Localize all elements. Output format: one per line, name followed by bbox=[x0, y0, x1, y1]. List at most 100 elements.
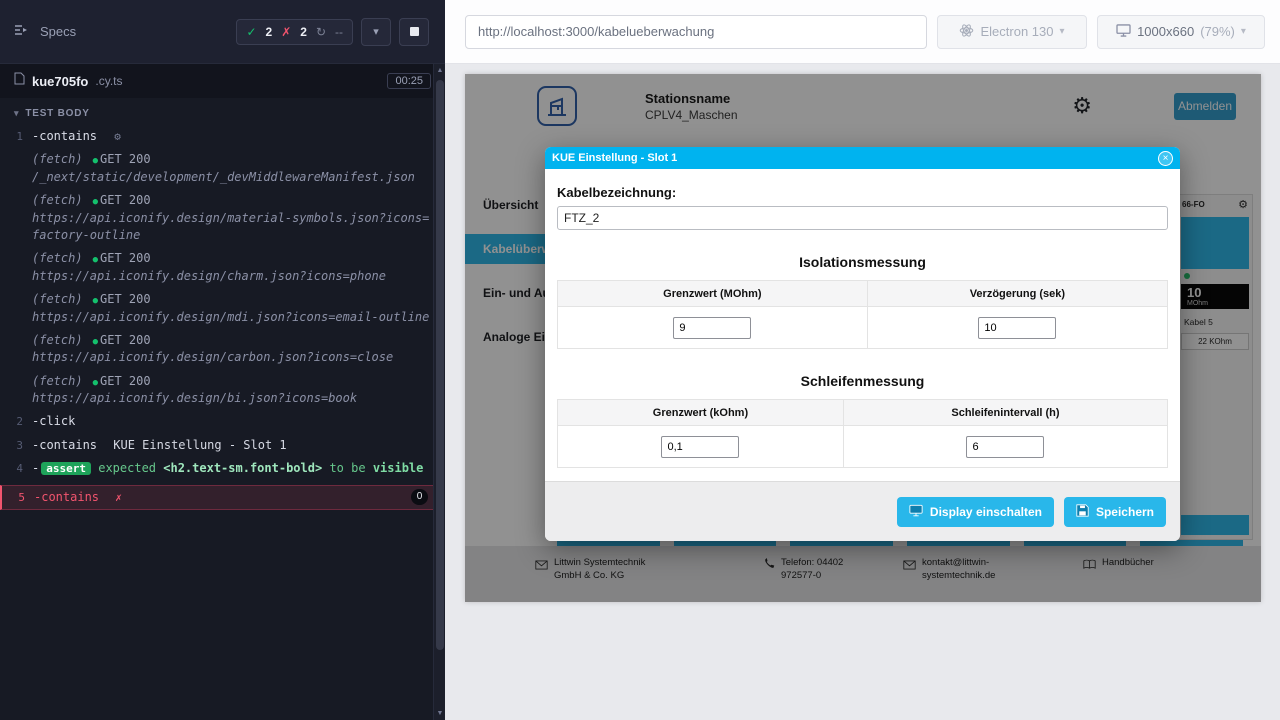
fetch-url: https://api.iconify.design/charm.json?ic… bbox=[32, 268, 435, 285]
command-name: -contains bbox=[34, 490, 99, 504]
gear-icon[interactable]: ⚙ bbox=[114, 130, 121, 143]
isolationsmessung-title: Isolationsmessung bbox=[557, 254, 1168, 270]
modal-body: Kabelbezeichnung: Isolationsmessung Gren… bbox=[545, 169, 1180, 481]
url-input[interactable] bbox=[465, 15, 927, 49]
chevron-down-icon: ▾ bbox=[373, 25, 379, 38]
monitor-icon bbox=[1116, 24, 1131, 40]
display-icon bbox=[909, 504, 923, 520]
fetch-url: /_next/static/development/_devMiddleware… bbox=[32, 169, 435, 186]
status-dot-icon: ● bbox=[93, 337, 98, 347]
fetch-row[interactable]: (fetch)●GET 200 https://api.iconify.desi… bbox=[0, 288, 445, 329]
command-row-click[interactable]: 2 -click bbox=[0, 410, 445, 433]
command-row-contains-3[interactable]: 3 -contains KUE Einstellung - Slot 1 bbox=[0, 434, 445, 457]
aut-panel: Electron 130 ▾ 1000x660 (79%) ▾ Stations… bbox=[445, 0, 1280, 720]
specs-menu-icon[interactable] bbox=[14, 23, 28, 41]
command-number: 2 bbox=[0, 413, 32, 430]
test-body-section[interactable]: ▾ TEST BODY bbox=[0, 98, 445, 125]
grenzwert-kohm-input[interactable] bbox=[661, 436, 739, 458]
cypress-reporter: Specs ✓ 2 ✗ 2 ↻ -- ▾ kue705fo .cy.ts 00:… bbox=[0, 0, 445, 720]
fetch-row[interactable]: (fetch) ●GET 200 https://api.iconify.desi… bbox=[0, 329, 445, 370]
stop-icon bbox=[410, 27, 419, 36]
column-header: Verzögerung (sek) bbox=[867, 281, 1167, 307]
browser-select[interactable]: Electron 130 ▾ bbox=[937, 15, 1087, 49]
status-dot-icon: ● bbox=[93, 255, 98, 265]
command-number: 5 bbox=[2, 489, 34, 506]
status-dot-icon: ● bbox=[93, 378, 98, 388]
fetch-status: GET 200 bbox=[100, 193, 151, 207]
fetch-label: (fetch) bbox=[32, 374, 83, 388]
fetch-row[interactable]: (fetch) ●GET 200 /_next/static/developmen… bbox=[0, 148, 445, 189]
fail-x-icon: ✗ bbox=[115, 491, 122, 504]
viewport-zoom: (79%) bbox=[1200, 24, 1235, 39]
assert-badge: assert bbox=[41, 462, 91, 475]
command-number: 1 bbox=[0, 128, 32, 145]
kabel-app: Stationsname CPLV4_Maschen ⚙ Abmelden Üb… bbox=[465, 74, 1261, 602]
fetch-label: (fetch) bbox=[32, 292, 83, 306]
column-header: Grenzwert (MOhm) bbox=[558, 281, 868, 307]
column-header: Schleifenintervall (h) bbox=[843, 400, 1167, 426]
test-stats[interactable]: ✓ 2 ✗ 2 ↻ -- bbox=[236, 19, 353, 45]
reporter-scrollbar[interactable]: ▲ ▼ bbox=[433, 64, 445, 720]
attempts-badge: 0 bbox=[411, 489, 428, 505]
grenzwert-mohm-input[interactable] bbox=[673, 317, 751, 339]
fetch-url: https://api.iconify.design/carbon.json?i… bbox=[32, 349, 435, 366]
save-button-label: Speichern bbox=[1096, 505, 1154, 519]
column-header: Grenzwert (kOhm) bbox=[558, 400, 844, 426]
schleifenmessung-table: Grenzwert (kOhm) Schleifenintervall (h) bbox=[557, 399, 1168, 468]
failed-count: 2 bbox=[300, 25, 307, 39]
fetch-label: (fetch) bbox=[32, 251, 83, 265]
scrollbar-thumb[interactable] bbox=[436, 80, 444, 650]
status-dot-icon: ● bbox=[93, 197, 98, 207]
command-name: -click bbox=[32, 414, 75, 428]
fetch-row[interactable]: (fetch)●GET 200 https://api.iconify.desi… bbox=[0, 247, 445, 288]
fetch-row[interactable]: (fetch) ●GET 200 https://api.iconify.desi… bbox=[0, 370, 445, 411]
pending-count: -- bbox=[335, 25, 343, 39]
speichern-button[interactable]: Speichern bbox=[1064, 497, 1166, 527]
assert-to: to bbox=[329, 461, 343, 475]
viewport-size: 1000x660 bbox=[1137, 24, 1194, 39]
command-row-contains-failed[interactable]: 5 -contains ✗ 0 bbox=[0, 485, 445, 510]
stop-button[interactable] bbox=[399, 18, 429, 46]
fetch-row[interactable]: (fetch) ●GET 200 https://api.iconify.desi… bbox=[0, 189, 445, 247]
save-icon bbox=[1076, 504, 1089, 520]
schleifenmessung-title: Schleifenmessung bbox=[557, 373, 1168, 389]
collapse-button[interactable]: ▾ bbox=[361, 18, 391, 46]
caret-down-icon: ▾ bbox=[14, 108, 19, 119]
schleifenintervall-input[interactable] bbox=[966, 436, 1044, 458]
fetch-label: (fetch) bbox=[32, 152, 83, 166]
test-body-label: TEST BODY bbox=[25, 108, 89, 119]
fetch-status: GET 200 bbox=[100, 152, 151, 166]
reporter-header: Specs ✓ 2 ✗ 2 ↻ -- ▾ bbox=[0, 0, 445, 64]
spec-file-icon bbox=[14, 72, 25, 90]
fetch-label: (fetch) bbox=[32, 333, 83, 347]
command-row-assert[interactable]: 4 -assert expected <h2.text-sm.font-bold… bbox=[0, 457, 445, 480]
verzoegerung-sek-input[interactable] bbox=[978, 317, 1056, 339]
modal-title: KUE Einstellung - Slot 1 bbox=[552, 152, 677, 164]
command-row-contains-1[interactable]: 1 -contains ⚙ bbox=[0, 125, 445, 148]
assert-element: <h2.text-sm.font-bold> bbox=[163, 461, 322, 475]
fetch-url: https://api.iconify.design/mdi.json?icon… bbox=[32, 309, 435, 326]
command-dash: - bbox=[32, 461, 39, 475]
spec-file-row[interactable]: kue705fo .cy.ts 00:25 bbox=[0, 64, 445, 98]
fetch-url: https://api.iconify.design/material-symb… bbox=[32, 210, 435, 245]
browser-label: Electron 130 bbox=[980, 24, 1053, 39]
command-number: 4 bbox=[0, 460, 32, 477]
assert-be: be bbox=[351, 461, 365, 475]
close-icon[interactable]: × bbox=[1158, 151, 1173, 166]
fetch-label: (fetch) bbox=[32, 193, 83, 207]
viewport-select[interactable]: 1000x660 (79%) ▾ bbox=[1097, 15, 1265, 49]
passed-count: 2 bbox=[266, 25, 273, 39]
status-dot-icon: ● bbox=[93, 156, 98, 166]
aut-topbar: Electron 130 ▾ 1000x660 (79%) ▾ bbox=[445, 0, 1280, 64]
kabelbezeichnung-input[interactable] bbox=[557, 206, 1168, 230]
kue-settings-modal: KUE Einstellung - Slot 1 × Kabelbezeichn… bbox=[545, 147, 1180, 541]
specs-label[interactable]: Specs bbox=[40, 24, 76, 39]
assert-expected: expected bbox=[98, 461, 156, 475]
fetch-url: https://api.iconify.design/bi.json?icons… bbox=[32, 390, 435, 407]
fetch-status: GET 200 bbox=[100, 292, 151, 306]
fetch-status: GET 200 bbox=[100, 333, 151, 347]
command-log: 1 -contains ⚙ (fetch)●GET 200 /_next/sta… bbox=[0, 125, 445, 510]
command-name: -contains bbox=[32, 129, 97, 143]
fetch-status: GET 200 bbox=[100, 374, 151, 388]
display-einschalten-button[interactable]: Display einschalten bbox=[897, 497, 1054, 527]
